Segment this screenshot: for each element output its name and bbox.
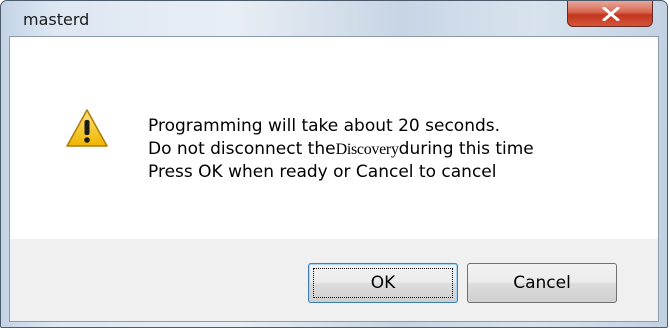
- warning-icon: [66, 109, 108, 147]
- button-bar: OK Cancel: [10, 239, 658, 321]
- dialog-window: masterd Programming will take about 20 s…: [0, 0, 668, 328]
- message-line-1: Programming will take about 20 seconds.: [148, 116, 501, 136]
- message-line-2-prefix: Do not disconnect the: [148, 139, 336, 159]
- close-button[interactable]: [567, 1, 653, 27]
- message-line-3: Press OK when ready or Cancel to cancel: [148, 162, 497, 182]
- message-line-2-suffix: during this time: [398, 139, 534, 159]
- cancel-button-label: Cancel: [513, 273, 571, 293]
- title-bar[interactable]: masterd: [1, 1, 667, 35]
- dialog-message: Programming will take about 20 seconds. …: [148, 115, 534, 184]
- window-title: masterd: [23, 10, 90, 29]
- cancel-button[interactable]: Cancel: [467, 263, 617, 303]
- message-line-2: Do not disconnect theDiscoveryduring thi…: [148, 138, 534, 161]
- dialog-client-area: Programming will take about 20 seconds. …: [9, 36, 659, 322]
- close-icon: [602, 7, 620, 21]
- message-area: Programming will take about 20 seconds. …: [10, 37, 658, 239]
- focus-rectangle: [313, 268, 453, 298]
- ok-button[interactable]: OK: [308, 263, 458, 303]
- device-name: Discovery: [335, 141, 399, 158]
